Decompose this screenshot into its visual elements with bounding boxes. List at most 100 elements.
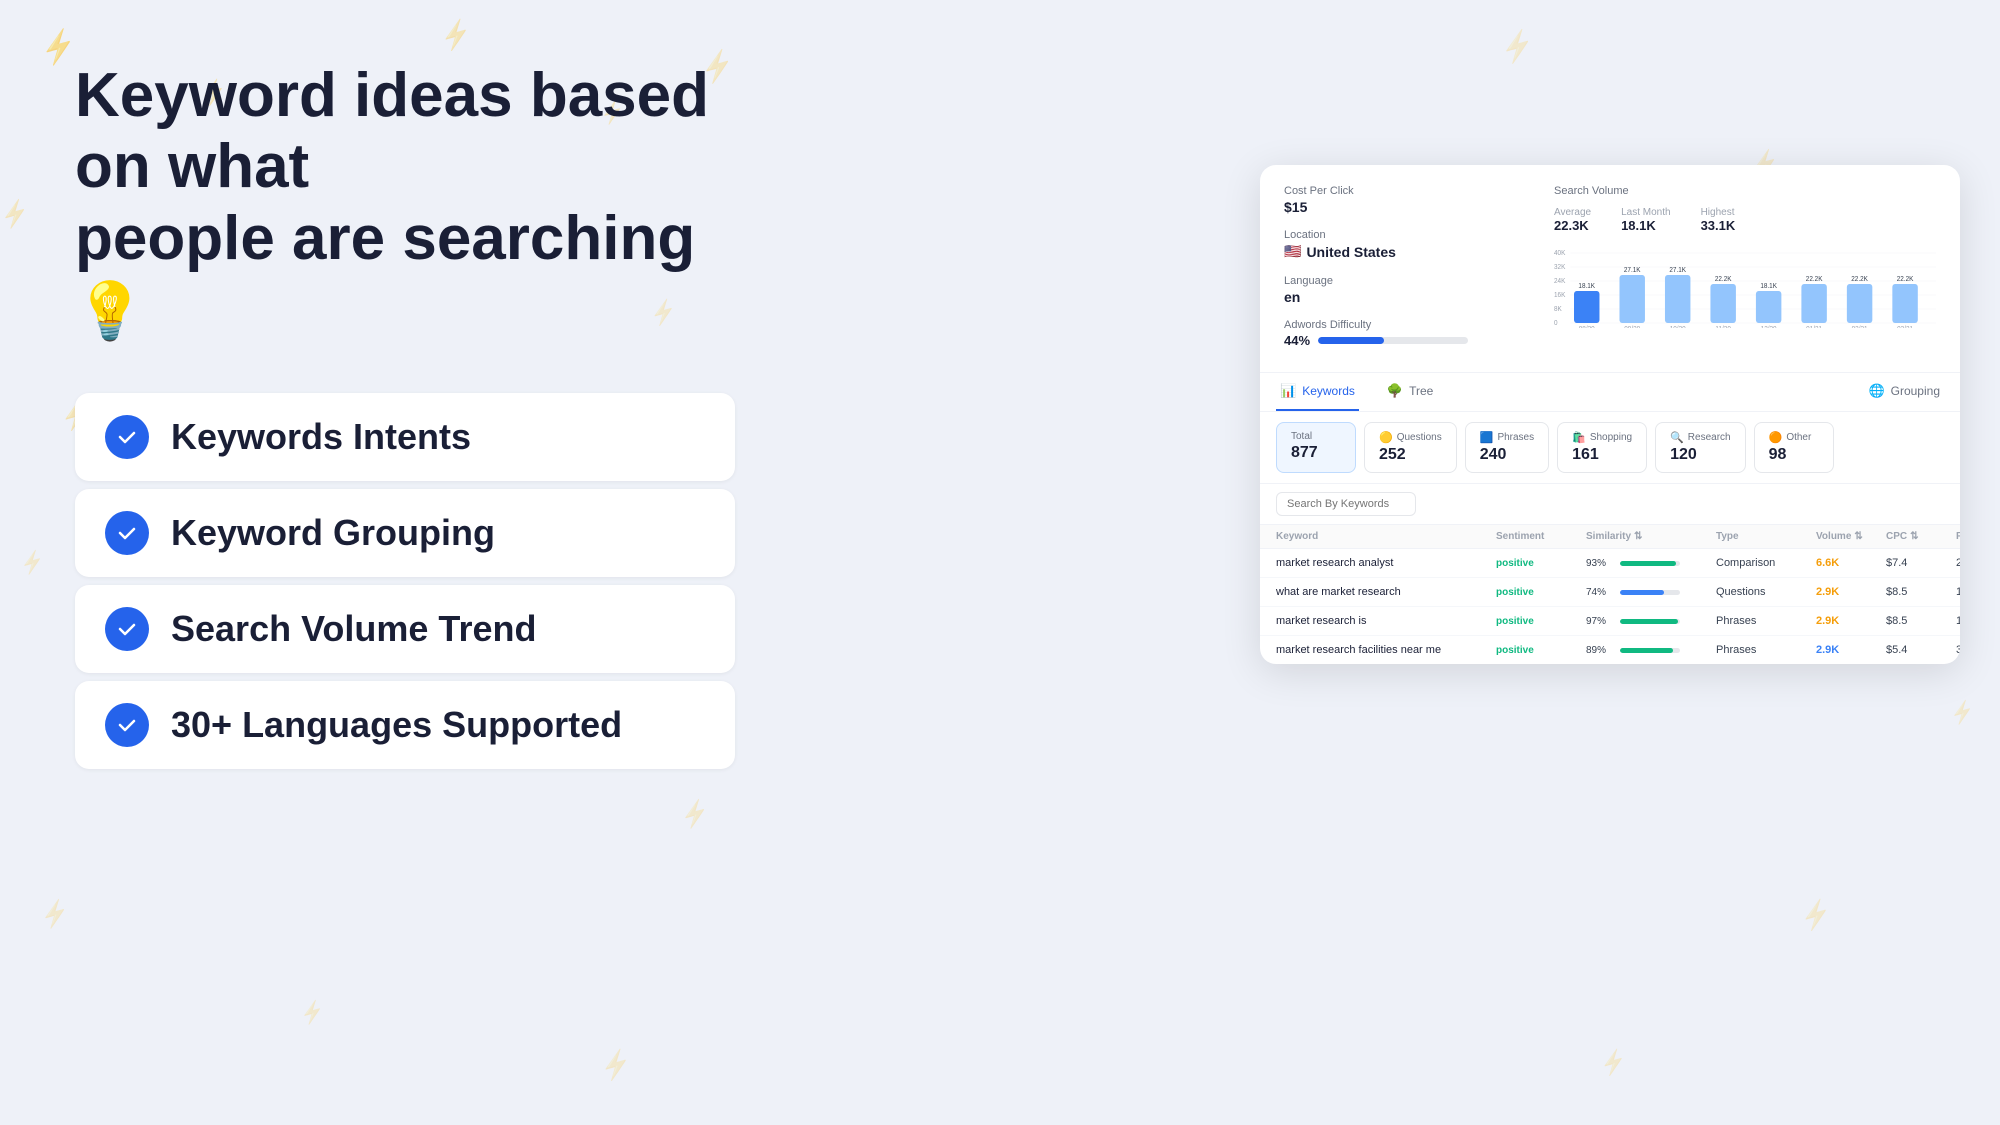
filter-pills: Total 877 🟡 Questions 252 🟦 Phrases 240 … — [1260, 412, 1960, 484]
keywords-tab-icon: 📊 — [1280, 383, 1296, 399]
cost-per-click-section: Cost Per Click $15 — [1284, 185, 1554, 215]
svg-text:02/21: 02/21 — [1852, 326, 1868, 328]
sv-last-month: Last Month 18.1K — [1621, 207, 1670, 233]
sv-lm-value: 18.1K — [1621, 218, 1670, 233]
pill-emoji-phrases: 🟦 — [1480, 431, 1494, 444]
pill-label-other: 🟠 Other — [1769, 431, 1819, 444]
sv-avg-label: Average — [1554, 207, 1591, 218]
sv-title: Search Volume — [1554, 185, 1936, 197]
pill-emoji-research: 🔍 — [1670, 431, 1684, 444]
th-type: Type — [1716, 531, 1816, 542]
pill-phrases[interactable]: 🟦 Phrases 240 — [1465, 422, 1549, 473]
svg-text:16K: 16K — [1554, 292, 1566, 299]
pill-value-questions: 252 — [1379, 446, 1442, 464]
pill-total[interactable]: Total 877 — [1276, 422, 1356, 473]
tab-tree[interactable]: 🌳 Tree — [1383, 373, 1437, 411]
pill-value-total: 877 — [1291, 444, 1341, 462]
pill-questions[interactable]: 🟡 Questions 252 — [1364, 422, 1457, 473]
check-icon-languages — [105, 703, 149, 747]
metric-left: Cost Per Click $15 Location 🇺🇸 United St… — [1284, 185, 1554, 362]
cell-type-3: Phrases — [1716, 644, 1816, 656]
cell-similarity-1: 74% — [1586, 587, 1716, 598]
cell-keyword-0: market research analyst — [1276, 557, 1496, 569]
feature-label-keyword-grouping: Keyword Grouping — [171, 512, 495, 554]
feature-list: Keywords Intents Keyword Grouping Search… — [75, 393, 735, 769]
table-row: market research analyst positive 93% Com… — [1260, 549, 1960, 578]
pill-emoji-shopping: 🛍️ — [1572, 431, 1586, 444]
svg-text:18.1K: 18.1K — [1578, 283, 1595, 290]
pill-research[interactable]: 🔍 Research 120 — [1655, 422, 1746, 473]
cpc-value: $15 — [1284, 199, 1554, 215]
sv-hi-label: Highest — [1701, 207, 1736, 218]
pill-value-shopping: 161 — [1572, 446, 1632, 464]
location-text: United States — [1306, 244, 1395, 260]
sv-avg-value: 22.3K — [1554, 218, 1591, 233]
pill-label-shopping: 🛍️ Shopping — [1572, 431, 1632, 444]
cell-sentiment-1: positive — [1496, 587, 1586, 598]
table-row: market research is positive 97% Phrases … — [1260, 607, 1960, 636]
language-section: Language en — [1284, 275, 1554, 305]
pill-label-total: Total — [1291, 431, 1341, 442]
pill-label-phrases: 🟦 Phrases — [1480, 431, 1534, 444]
cell-sentiment-3: positive — [1496, 645, 1586, 656]
cell-type-0: Comparison — [1716, 557, 1816, 569]
language-label: Language — [1284, 275, 1554, 287]
pill-shopping[interactable]: 🛍️ Shopping 161 — [1557, 422, 1647, 473]
adwords-bar-bg — [1318, 337, 1468, 344]
feature-label-languages: 30+ Languages Supported — [171, 704, 622, 746]
tab-grouping[interactable]: 🌐 Grouping — [1864, 373, 1944, 411]
svg-text:32K: 32K — [1554, 264, 1566, 271]
cell-sentiment-0: positive — [1496, 558, 1586, 569]
dashboard-card: Cost Per Click $15 Location 🇺🇸 United St… — [1260, 165, 1960, 664]
cell-volume-1: 2.9K — [1816, 586, 1886, 598]
language-value: en — [1284, 289, 1554, 305]
sv-highest: Highest 33.1K — [1701, 207, 1736, 233]
cell-cpc-0: $7.4 — [1886, 557, 1956, 569]
adwords-difficulty-section: Adwords Difficulty 44% — [1284, 319, 1554, 348]
flag-icon: 🇺🇸 — [1284, 243, 1301, 260]
svg-text:22.2K: 22.2K — [1806, 276, 1823, 283]
feature-item-search-volume-trend: Search Volume Trend — [75, 585, 735, 673]
cell-volume-3: 2.9K — [1816, 644, 1886, 656]
left-panel: Keyword ideas based on what people are s… — [75, 60, 735, 769]
svg-text:09/20: 09/20 — [1624, 326, 1640, 328]
cell-volume-2: 2.9K — [1816, 615, 1886, 627]
keyword-search-input[interactable] — [1276, 492, 1416, 516]
grouping-tab-icon: 🌐 — [1868, 383, 1884, 399]
pill-label-questions: 🟡 Questions — [1379, 431, 1442, 444]
check-icon-search-volume-trend — [105, 607, 149, 651]
search-bar-row — [1260, 484, 1960, 525]
adwords-progress: 44% — [1284, 333, 1554, 348]
sv-hi-value: 33.1K — [1701, 218, 1736, 233]
tree-tab-icon: 🌳 — [1387, 383, 1403, 399]
cell-type-2: Phrases — [1716, 615, 1816, 627]
svg-text:10/20: 10/20 — [1670, 326, 1686, 328]
location-label: Location — [1284, 229, 1554, 241]
tab-keywords[interactable]: 📊 Keywords — [1276, 373, 1359, 411]
cell-cpc-2: $8.5 — [1886, 615, 1956, 627]
cell-keyword-1: what are market research — [1276, 586, 1496, 598]
th-cpc[interactable]: CPC ⇅ — [1886, 531, 1956, 542]
table-row: market research facilities near me posit… — [1260, 636, 1960, 664]
table-header: Keyword Sentiment Similarity ⇅ Type Volu… — [1260, 525, 1960, 549]
svg-text:22.2K: 22.2K — [1851, 276, 1868, 283]
cell-keyword-2: market research is — [1276, 615, 1496, 627]
cell-type-1: Questions — [1716, 586, 1816, 598]
svg-text:22.2K: 22.2K — [1715, 276, 1732, 283]
headline: Keyword ideas based on what people are s… — [75, 60, 735, 345]
svg-text:08/20: 08/20 — [1579, 326, 1595, 328]
th-volume[interactable]: Volume ⇅ — [1816, 531, 1886, 542]
sv-average: Average 22.3K — [1554, 207, 1591, 233]
cell-similarity-2: 97% — [1586, 616, 1716, 627]
table-body: market research analyst positive 93% Com… — [1260, 549, 1960, 664]
pill-value-research: 120 — [1670, 446, 1731, 464]
svg-text:24K: 24K — [1554, 278, 1566, 285]
tabs-bar: 📊 Keywords 🌳 Tree 🌐 Grouping — [1260, 373, 1960, 412]
pill-other[interactable]: 🟠 Other 98 — [1754, 422, 1834, 473]
cell-cpc-3: $5.4 — [1886, 644, 1956, 656]
cell-cpc-1: $8.5 — [1886, 586, 1956, 598]
adwords-label: Adwords Difficulty — [1284, 319, 1554, 331]
th-similarity[interactable]: Similarity ⇅ — [1586, 531, 1716, 542]
svg-text:01/21: 01/21 — [1806, 326, 1822, 328]
svg-text:03/21: 03/21 — [1897, 326, 1913, 328]
